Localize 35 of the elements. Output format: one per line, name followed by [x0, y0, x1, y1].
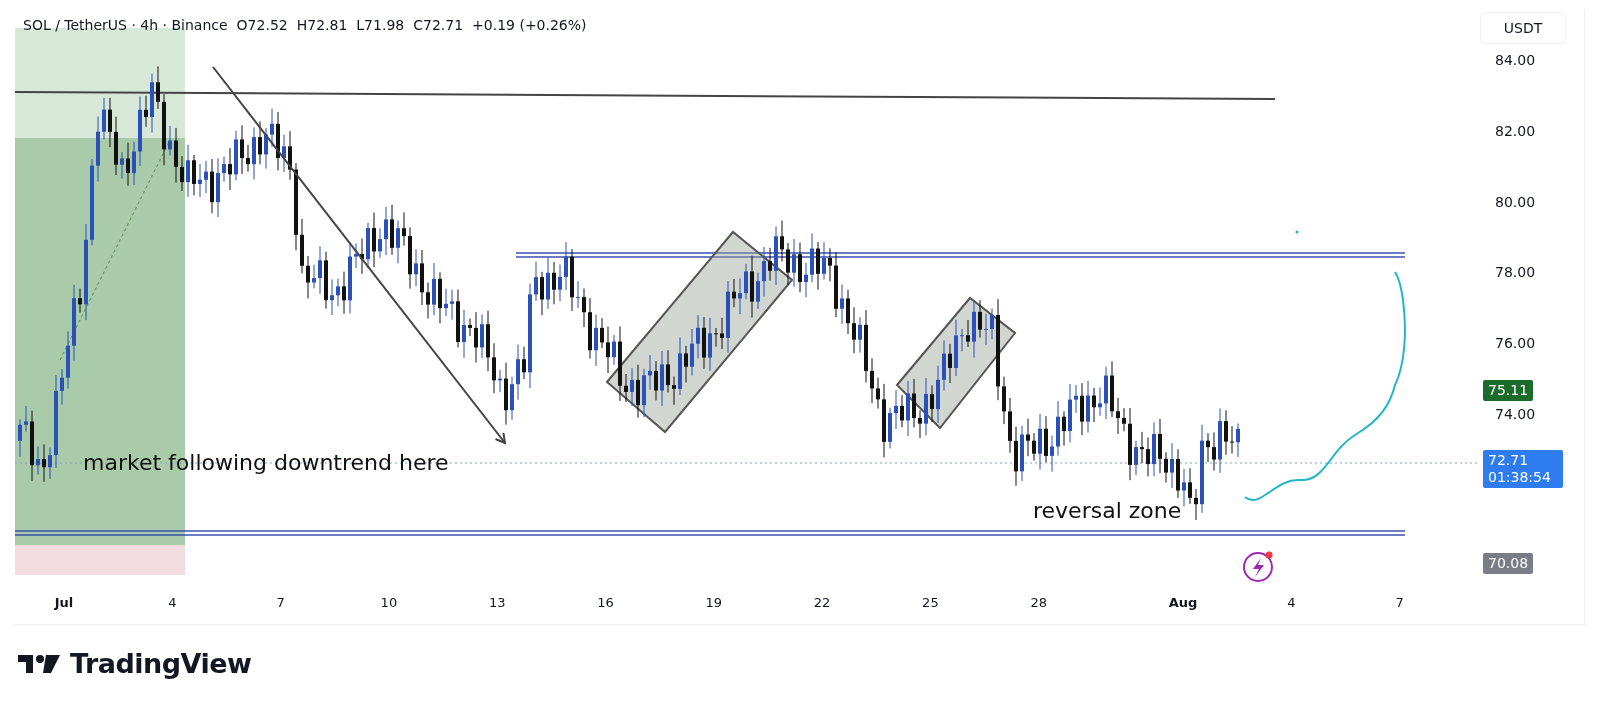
change-value: +0.19 (+0.26%)	[472, 17, 587, 33]
dot-icon	[1295, 230, 1299, 234]
brand-name: TradingView	[70, 648, 252, 679]
price-label: 78.00	[1495, 264, 1536, 281]
price-tag: 70.08	[1483, 553, 1534, 574]
currency-button[interactable]: USDT	[1480, 12, 1566, 44]
date-label: 4	[168, 595, 177, 610]
date-label: 28	[1030, 595, 1047, 610]
date-label: 25	[922, 595, 939, 610]
date-label: 10	[380, 595, 398, 610]
date-label: 19	[705, 595, 723, 610]
price-label: 84.00	[1495, 52, 1536, 68]
chart-annotation: market following downtrend here	[83, 450, 449, 475]
open-value: O72.52	[236, 17, 288, 33]
date-label: 7	[276, 595, 285, 610]
date-label: 22	[813, 595, 831, 610]
date-label: 16	[597, 595, 614, 610]
date-label: 4	[1287, 595, 1296, 610]
logo-icon	[18, 652, 62, 675]
low-value: L71.98	[356, 17, 405, 33]
price-label: 82.00	[1495, 122, 1536, 139]
high-value: H72.81	[296, 17, 348, 33]
close-value: C72.71	[413, 17, 464, 33]
lightning-icon[interactable]	[1243, 551, 1273, 582]
price-label: 74.00	[1495, 406, 1536, 422]
date-label: 7	[1395, 595, 1404, 610]
price-label: 80.00	[1495, 193, 1536, 210]
date-label: 13	[488, 595, 506, 610]
symbol-title: SOL / TetherUS · 4h · Binance	[23, 17, 228, 33]
date-label: Jul	[54, 595, 74, 610]
price-tag: 75.11	[1483, 380, 1534, 401]
chart-annotation: reversal zone	[1033, 498, 1182, 523]
price-tag: 72.71 01:38:54	[1483, 450, 1563, 488]
date-label: Aug	[1168, 595, 1198, 610]
price-label: 76.00	[1495, 335, 1536, 352]
